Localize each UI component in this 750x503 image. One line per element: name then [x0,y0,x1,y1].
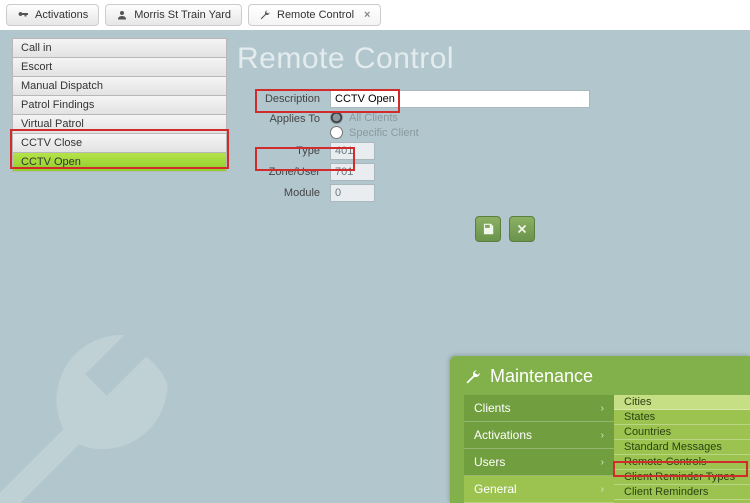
radio-input[interactable] [330,126,343,139]
page-title: Remote Control [237,42,740,76]
wrench-icon [259,9,271,21]
maint-item-remote-controls[interactable]: Remote Controls [614,455,750,470]
tab-activations[interactable]: Activations [6,4,99,26]
sidebar-item-patrol-findings[interactable]: Patrol Findings [12,95,227,115]
sidebar-item-label: Escort [21,61,52,73]
sidebar-item-cctv-open[interactable]: CCTV Open [12,152,227,172]
chevron-right-icon: › [601,430,604,441]
radio-input[interactable] [330,111,343,124]
label-description: Description [235,93,330,105]
maint-cat-label: Users [474,455,505,469]
wrench-watermark [0,308,200,503]
radio-label: Specific Client [349,127,419,139]
sidebar-item-cctv-close[interactable]: CCTV Close [12,133,227,153]
maint-item-client-reminder-types[interactable]: Client Reminder Types [614,470,750,485]
maint-cat-users[interactable]: Users › [464,449,614,476]
maintenance-panel: Maintenance Clients › Activations › Users ›… [450,356,750,503]
sidebar-item-label: Patrol Findings [21,99,94,111]
maint-cat-clients[interactable]: Clients › [464,395,614,422]
save-icon [481,222,495,236]
radio-all-clients[interactable]: All Clients [330,111,419,124]
radio-specific-client[interactable]: Specific Client [330,126,419,139]
label-applies-to: Applies To [235,111,330,125]
maint-item-standard-messages[interactable]: Standard Messages [614,440,750,455]
sidebar: Call in Escort Manual Dispatch Patrol Fi… [12,38,227,171]
maint-cat-activations[interactable]: Activations › [464,422,614,449]
sidebar-item-label: Call in [21,42,52,54]
sidebar-item-label: CCTV Open [21,156,81,168]
maint-item-countries[interactable]: Countries [614,425,750,440]
tab-label: Morris St Train Yard [134,9,231,21]
maintenance-title: Maintenance [490,366,593,387]
cancel-button[interactable] [509,216,535,242]
user-icon [116,9,128,21]
maintenance-subitems: Cities States Countries Standard Message… [614,395,750,503]
sidebar-item-manual-dispatch[interactable]: Manual Dispatch [12,76,227,96]
sidebar-item-escort[interactable]: Escort [12,57,227,77]
maint-cat-label: Activations [474,428,532,442]
radio-label: All Clients [349,112,398,124]
chevron-right-icon: › [601,403,604,414]
chevron-right-icon: › [601,457,604,468]
maint-item-client-reminders[interactable]: Client Reminders [614,485,750,500]
sidebar-item-call-in[interactable]: Call in [12,38,227,58]
form: Description Applies To All Clients Speci… [235,90,740,242]
tab-label: Activations [35,9,88,21]
close-icon[interactable]: × [364,9,370,21]
label-zone-user: Zone/User [235,166,330,178]
label-module: Module [235,187,330,199]
tab-location[interactable]: Morris St Train Yard [105,4,242,26]
maint-item-states[interactable]: States [614,410,750,425]
sidebar-item-label: CCTV Close [21,137,82,149]
maint-cat-label: General [474,482,517,496]
sidebar-item-label: Virtual Patrol [21,118,84,130]
sidebar-item-virtual-patrol[interactable]: Virtual Patrol [12,114,227,134]
tab-remote-control[interactable]: Remote Control × [248,4,381,26]
label-type: Type [235,145,330,157]
key-icon [17,9,29,21]
type-input [330,142,375,160]
module-input [330,184,375,202]
close-icon [515,222,529,236]
tab-bar: Activations Morris St Train Yard Remote … [0,0,750,30]
maint-cat-label: Clients [474,401,511,415]
maintenance-categories: Clients › Activations › Users › General › [464,395,614,503]
description-input[interactable] [330,90,590,108]
maint-item-cities[interactable]: Cities [614,395,750,410]
sidebar-item-label: Manual Dispatch [21,80,103,92]
chevron-right-icon: › [601,484,604,495]
tab-label: Remote Control [277,9,354,21]
maint-cat-general[interactable]: General › [464,476,614,503]
wrench-icon [464,368,482,386]
zone-user-input [330,163,375,181]
save-button[interactable] [475,216,501,242]
